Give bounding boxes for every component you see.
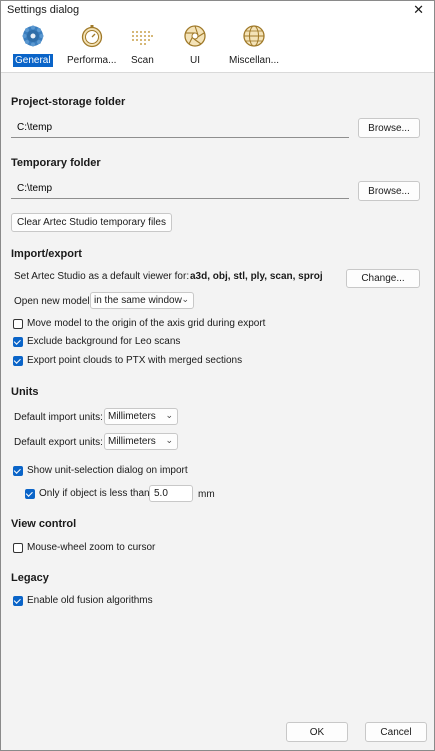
checkbox-checked (13, 465, 23, 476)
tab-ui[interactable]: UI (183, 24, 207, 67)
project-storage-heading: Project-storage folder (11, 96, 126, 108)
exclude-background-label: Exclude background for Leo scans (27, 336, 181, 347)
chevron-down-icon: ⌄ (181, 294, 189, 304)
export-ptx-checkbox[interactable]: Export point clouds to PTX with merged s… (13, 355, 242, 366)
open-new-model-value: in the same window (94, 295, 182, 306)
mouse-wheel-zoom-label: Mouse-wheel zoom to cursor (27, 542, 156, 553)
gear-icon (22, 25, 44, 47)
units-heading: Units (11, 386, 39, 398)
default-import-units-dropdown[interactable]: Millimeters ⌄ (104, 408, 178, 425)
viewer-extensions: a3d, obj, stl, ply, scan, sproj (190, 271, 323, 282)
tab-miscellaneous[interactable]: Miscellan... (227, 24, 281, 67)
project-storage-browse-button[interactable]: Browse... (358, 118, 420, 138)
export-ptx-label: Export point clouds to PTX with merged s… (27, 355, 243, 366)
tab-performance-label: Performa... (67, 55, 117, 66)
tab-scan[interactable]: Scan (129, 24, 156, 67)
legacy-heading: Legacy (11, 572, 49, 584)
default-export-units-label: Default export units: (14, 437, 103, 448)
open-new-model-dropdown[interactable]: in the same window ⌄ (90, 292, 194, 309)
checkbox-checked (13, 355, 23, 366)
open-new-model-label: Open new model: (14, 296, 93, 307)
tab-general-label: General (13, 54, 53, 67)
tab-ui-label: UI (190, 55, 200, 66)
default-export-units-value: Millimeters (108, 436, 156, 447)
move-to-origin-label: Move model to the origin of the axis gri… (27, 318, 266, 329)
aperture-icon (184, 25, 206, 47)
show-unit-dialog-label: Show unit-selection dialog on import (27, 465, 188, 476)
category-toolbar: General Performa... Scan UI Miscellan... (1, 18, 434, 73)
chevron-down-icon: ⌄ (165, 435, 173, 445)
project-storage-path-field[interactable] (11, 118, 349, 138)
view-control-heading: View control (11, 518, 77, 530)
checkbox-checked (13, 595, 23, 606)
checkbox-checked (13, 336, 23, 347)
only-if-less-than-checkbox[interactable]: Only if object is less than (25, 488, 150, 499)
temporary-folder-browse-button[interactable]: Browse... (358, 181, 420, 201)
checkbox-checked (25, 488, 35, 499)
show-unit-dialog-checkbox[interactable]: Show unit-selection dialog on import (13, 465, 188, 476)
title-bar: Settings dialog ✕ (1, 1, 434, 18)
tab-scan-label: Scan (131, 55, 154, 66)
import-export-heading: Import/export (11, 248, 82, 260)
default-viewer-label: Set Artec Studio as a default viewer for… (14, 271, 190, 282)
checkbox-unchecked (13, 318, 23, 329)
change-extensions-button[interactable]: Change... (346, 269, 420, 288)
size-threshold-unit: mm (198, 489, 215, 500)
temporary-folder-path-field[interactable] (11, 179, 349, 199)
default-import-units-label: Default import units: (14, 412, 103, 423)
chevron-down-icon: ⌄ (165, 410, 173, 420)
ok-button[interactable]: OK (286, 722, 348, 742)
checkbox-unchecked (13, 542, 23, 553)
mouse-wheel-zoom-checkbox[interactable]: Mouse-wheel zoom to cursor (13, 542, 155, 553)
close-icon[interactable]: ✕ (409, 3, 428, 16)
clear-temporary-files-button[interactable]: Clear Artec Studio temporary files (11, 213, 172, 232)
temporary-folder-heading: Temporary folder (11, 157, 101, 169)
only-if-less-than-label: Only if object is less than (39, 488, 150, 499)
old-fusion-checkbox[interactable]: Enable old fusion algorithms (13, 595, 153, 606)
globe-icon (243, 25, 265, 47)
tab-miscellaneous-label: Miscellan... (229, 55, 280, 66)
stopwatch-icon (81, 25, 102, 48)
tab-performance[interactable]: Performa... (65, 24, 118, 67)
move-to-origin-checkbox[interactable]: Move model to the origin of the axis gri… (13, 318, 265, 329)
cancel-button[interactable]: Cancel (365, 722, 427, 742)
settings-dialog: Settings dialog ✕ General Performa... Sc… (0, 0, 435, 751)
old-fusion-label: Enable old fusion algorithms (27, 595, 153, 606)
default-export-units-dropdown[interactable]: Millimeters ⌄ (104, 433, 178, 450)
default-import-units-value: Millimeters (108, 411, 156, 422)
dot-grid-icon (132, 31, 154, 45)
exclude-background-checkbox[interactable]: Exclude background for Leo scans (13, 336, 180, 347)
tab-general[interactable]: General (13, 24, 53, 67)
window-title: Settings dialog (7, 3, 80, 16)
size-threshold-input[interactable]: 5.0 (149, 485, 193, 502)
